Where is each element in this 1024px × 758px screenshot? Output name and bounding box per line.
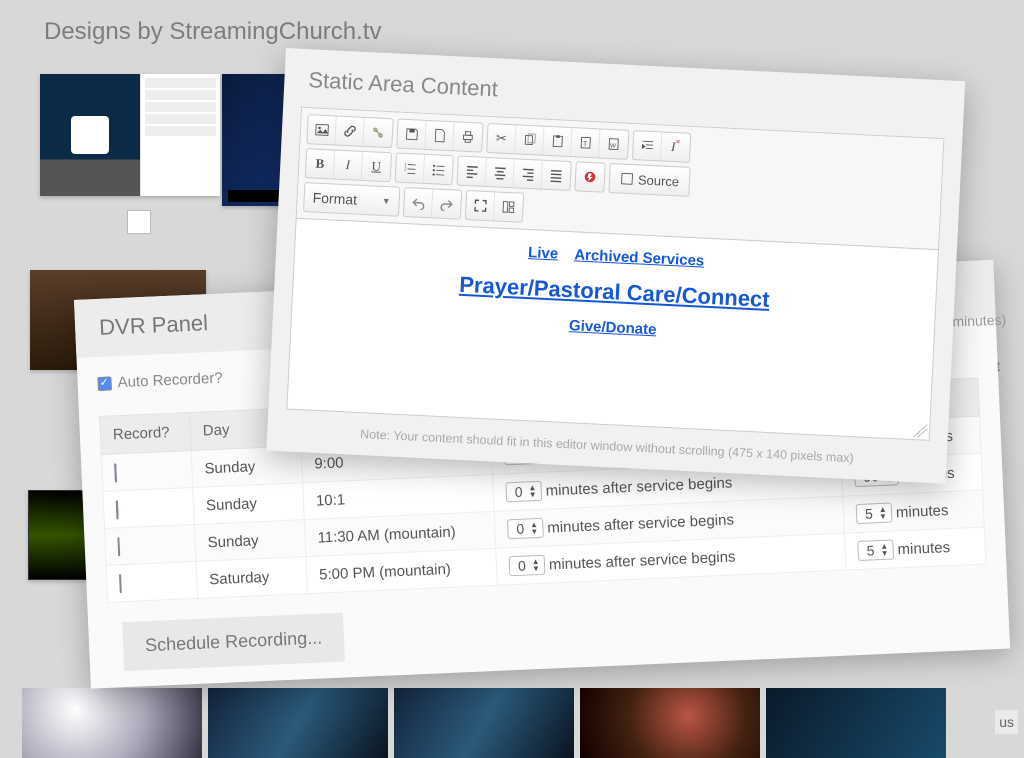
static-area-panel: Static Area Content ✂ T [266, 48, 965, 484]
contact-us-peek: us [995, 710, 1018, 734]
print-icon[interactable] [453, 122, 482, 151]
paste-word-icon[interactable]: W [599, 129, 628, 158]
format-dropdown[interactable]: Format▼ [303, 182, 400, 217]
link-live[interactable]: Live [528, 244, 559, 262]
day-cell: Sunday [193, 483, 305, 525]
design-thumbnail-strip-item[interactable] [766, 688, 946, 758]
unlink-icon[interactable] [363, 118, 392, 147]
offset-stepper[interactable]: 0▲▼ [507, 518, 544, 540]
record-checkbox[interactable] [114, 463, 117, 482]
schedule-recording-button[interactable]: Schedule Recording... [122, 613, 345, 672]
svg-text:T: T [582, 141, 587, 148]
link-icon[interactable] [335, 117, 364, 146]
save-icon[interactable] [397, 120, 426, 149]
image-icon[interactable] [307, 115, 336, 144]
record-checkbox[interactable] [116, 500, 119, 519]
remove-format-icon[interactable]: I× [661, 132, 690, 161]
auto-recorder-check-icon [97, 376, 112, 391]
editor-content-area[interactable]: Live Archived Services Prayer/Pastoral C… [287, 219, 938, 440]
align-left-icon[interactable] [458, 157, 487, 186]
paste-text-icon[interactable]: T [571, 128, 600, 157]
cut-icon[interactable]: ✂ [487, 124, 516, 153]
time-cell: 5:00 PM (mountain) [306, 548, 497, 593]
design-thumbnail-strip-item[interactable] [580, 688, 760, 758]
unordered-list-icon[interactable] [424, 155, 453, 184]
svg-text:W: W [610, 142, 616, 149]
rich-text-editor: ✂ T W I× B I U 12 [286, 107, 944, 441]
source-button[interactable]: Source [609, 164, 689, 196]
record-checkbox[interactable] [117, 537, 120, 556]
show-blocks-icon[interactable] [494, 192, 523, 221]
offset-stepper[interactable]: 0▲▼ [509, 555, 546, 577]
svg-text:2: 2 [403, 167, 406, 172]
align-center-icon[interactable] [486, 158, 515, 187]
paste-icon[interactable] [543, 127, 572, 156]
offset-stepper[interactable]: 0▲▼ [505, 481, 542, 503]
design-thumbnail-1[interactable] [40, 74, 220, 196]
duration-column-header: (minutes) [947, 312, 1006, 330]
underline-button[interactable]: U [362, 152, 391, 181]
flash-icon[interactable] [575, 162, 604, 191]
undo-icon[interactable] [404, 188, 433, 217]
link-prayer[interactable]: Prayer/Pastoral Care/Connect [459, 272, 770, 312]
chevron-down-icon: ▼ [381, 196, 390, 206]
redo-icon[interactable] [432, 189, 461, 218]
record-checkbox[interactable] [119, 574, 122, 593]
auto-recorder-label: Auto Recorder? [117, 370, 223, 392]
design-thumbnail-strip-item[interactable] [394, 688, 574, 758]
col-record: Record? [100, 413, 192, 455]
bold-button[interactable]: B [306, 149, 335, 178]
design-thumbnail-strip-item[interactable] [208, 688, 388, 758]
align-justify-icon[interactable] [541, 161, 570, 190]
day-cell: Saturday [196, 557, 308, 599]
resize-grip-icon[interactable] [913, 423, 928, 438]
ordered-list-icon[interactable]: 12 [396, 154, 425, 183]
indent-left-icon[interactable] [633, 131, 662, 160]
new-page-icon[interactable] [425, 121, 454, 150]
copy-icon[interactable] [515, 125, 544, 154]
italic-button[interactable]: I [334, 151, 363, 180]
thumbnail-pager-box[interactable] [127, 210, 151, 234]
design-thumbnail-strip-item[interactable] [22, 688, 202, 758]
day-cell: Sunday [194, 520, 306, 562]
maximize-icon[interactable] [466, 191, 495, 220]
link-give[interactable]: Give/Donate [569, 317, 657, 338]
duration-stepper[interactable]: 5▲▼ [856, 503, 893, 525]
day-cell: Sunday [191, 446, 303, 488]
duration-stepper[interactable]: 5▲▼ [857, 540, 894, 562]
design-thumbnail-strip [22, 688, 1024, 758]
page-title: Designs by StreamingChurch.tv [44, 18, 381, 46]
link-archived[interactable]: Archived Services [574, 246, 705, 269]
align-right-icon[interactable] [513, 159, 542, 188]
